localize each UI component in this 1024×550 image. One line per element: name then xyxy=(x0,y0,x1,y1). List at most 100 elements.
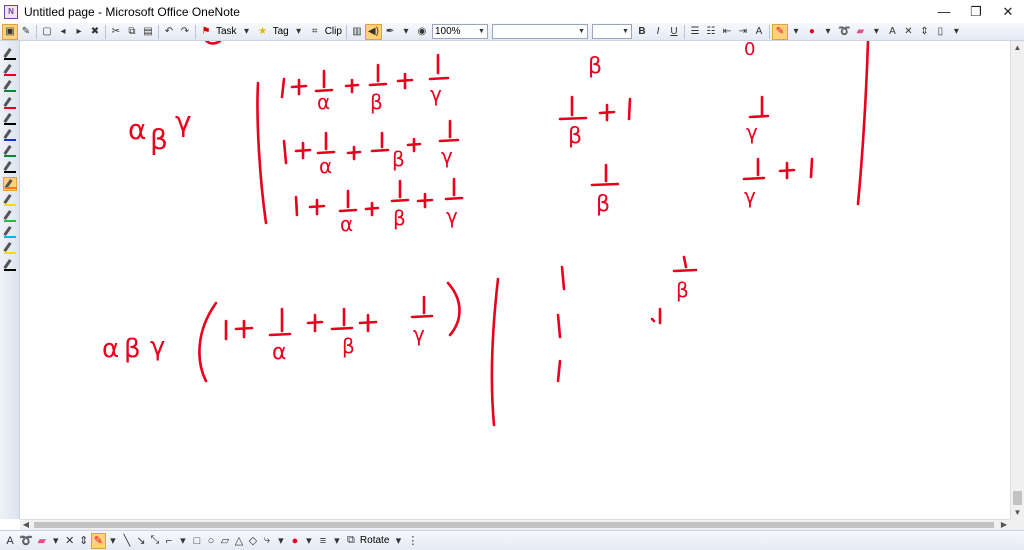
ink-one[interactable] xyxy=(280,77,286,99)
ink-gamma[interactable]: γ xyxy=(413,322,425,346)
ink-alpha[interactable]: α xyxy=(340,212,353,236)
ink-alpha[interactable]: α xyxy=(128,113,146,146)
eraser-dropdown-icon[interactable]: ▾ xyxy=(49,533,63,549)
tag-button[interactable]: Tag xyxy=(271,26,291,37)
pen-black-2-icon[interactable] xyxy=(3,112,17,126)
pen-green-icon[interactable] xyxy=(3,79,17,93)
ink-plus[interactable] xyxy=(358,313,378,333)
task-flag-icon[interactable]: ⚑ xyxy=(198,24,214,40)
scroll-left-icon[interactable]: ◀ xyxy=(20,520,32,530)
ink-one[interactable] xyxy=(556,359,562,383)
delete-icon[interactable]: ✕ xyxy=(63,533,77,549)
arrange-icon[interactable]: ⧉ xyxy=(344,533,358,549)
copy-icon[interactable]: ⧉ xyxy=(124,24,140,40)
indent-icon[interactable]: ⇥ xyxy=(735,24,751,40)
minimize-button[interactable]: — xyxy=(928,0,960,23)
ink-fraction-bar[interactable] xyxy=(444,177,464,201)
ink-plus[interactable] xyxy=(290,78,308,96)
ink-gamma[interactable]: γ xyxy=(430,82,442,106)
triangle-tool-icon[interactable]: △ xyxy=(232,533,246,549)
ink-beta[interactable]: β xyxy=(370,90,383,114)
pen-black-4-icon[interactable] xyxy=(3,258,17,272)
rectangle-tool-icon[interactable]: □ xyxy=(190,533,204,549)
highlighter-icon[interactable]: ✎ xyxy=(771,23,788,40)
highlight-dropdown-icon[interactable]: ▾ xyxy=(788,24,804,40)
ink-alpha[interactable]: α xyxy=(317,90,330,114)
lasso-select-icon[interactable]: ➰ xyxy=(17,533,35,549)
page-setup-icon[interactable]: ▯ xyxy=(932,24,948,40)
paste-icon[interactable]: ▤ xyxy=(140,24,156,40)
ink-beta[interactable]: β xyxy=(588,54,602,79)
ink-beta[interactable]: β xyxy=(393,206,406,230)
pin-icon[interactable]: ✎ xyxy=(18,24,34,40)
tag-dropdown-icon[interactable]: ▾ xyxy=(291,24,307,40)
eraser-dropdown-icon[interactable]: ▾ xyxy=(868,24,884,40)
ink-gamma[interactable]: γ xyxy=(175,105,192,138)
lasso-select-icon[interactable]: ➰ xyxy=(836,24,852,40)
connector-dropdown-icon[interactable]: ▾ xyxy=(274,533,288,549)
ink-beta[interactable]: β xyxy=(596,192,610,217)
ink-plus[interactable] xyxy=(346,145,362,161)
insert-space-icon[interactable]: ⇕ xyxy=(77,533,91,549)
ink-one[interactable] xyxy=(560,265,566,291)
tag-star-icon[interactable]: ★ xyxy=(255,24,271,40)
font-name-select[interactable]: ▼ xyxy=(491,24,588,39)
ink-one[interactable] xyxy=(627,97,632,121)
ink-beta[interactable]: β xyxy=(392,147,405,171)
determinant-bar-right[interactable] xyxy=(856,41,870,206)
ink-to-text-icon[interactable]: A xyxy=(3,533,17,549)
back-icon[interactable]: ◂ xyxy=(55,24,71,40)
clip-button[interactable]: Clip xyxy=(323,26,344,37)
ink-one[interactable] xyxy=(294,195,299,217)
ink-fraction-bar[interactable] xyxy=(338,189,358,213)
pen-black-icon[interactable] xyxy=(3,47,17,61)
ink-close-paren[interactable] xyxy=(446,281,461,337)
pen-green-2-icon[interactable] xyxy=(3,144,17,158)
ink-gamma[interactable]: γ xyxy=(441,144,453,168)
ink-fraction-bar[interactable] xyxy=(558,95,588,121)
screen-clip-icon[interactable]: ⌗ xyxy=(307,24,323,40)
bullets-icon[interactable]: ☰ xyxy=(687,24,703,40)
determinant-bar-left[interactable] xyxy=(490,277,500,427)
pen-red-icon[interactable] xyxy=(3,63,17,77)
pen-mode-dropdown-icon[interactable]: ▾ xyxy=(398,24,414,40)
pen-blue-icon[interactable] xyxy=(3,128,17,142)
scroll-right-icon[interactable]: ▶ xyxy=(998,520,1010,530)
connector-tool-icon[interactable]: ⤷ xyxy=(260,533,274,549)
ink-beta[interactable]: β xyxy=(124,334,141,364)
ink-alpha[interactable]: α xyxy=(319,154,332,178)
axis-dropdown-icon[interactable]: ▾ xyxy=(176,533,190,549)
bold-icon[interactable]: B xyxy=(634,24,650,40)
ink-dot[interactable] xyxy=(650,317,656,323)
font-color-dropdown-icon[interactable]: ▾ xyxy=(820,24,836,40)
ink-plus[interactable] xyxy=(308,198,326,216)
close-button[interactable]: ✕ xyxy=(992,0,1024,23)
ink-fraction-bar[interactable] xyxy=(314,69,334,93)
pen-green-3-icon[interactable] xyxy=(3,209,17,223)
ink-plus[interactable] xyxy=(598,103,616,122)
styles-icon[interactable]: A xyxy=(751,24,767,40)
ellipse-tool-icon[interactable]: ○ xyxy=(204,533,218,549)
ink-to-text-icon[interactable]: A xyxy=(884,24,900,40)
onenote-app-icon[interactable]: N xyxy=(4,4,18,19)
arrow-tool-icon[interactable]: ↘ xyxy=(134,533,148,549)
ink-fraction-bar[interactable] xyxy=(428,53,450,81)
ink-plus[interactable] xyxy=(778,161,796,180)
redo-icon[interactable]: ↷ xyxy=(177,24,193,40)
ink-layer[interactable]: α β γ α β γ α β γ α β γ β β β 0 γ γ α β … xyxy=(20,41,1010,519)
delete-icon[interactable]: ✕ xyxy=(900,24,916,40)
ink-gamma[interactable]: γ xyxy=(150,332,165,362)
page-view-icon[interactable]: ▣ xyxy=(2,23,18,40)
ink-plus[interactable] xyxy=(344,78,360,94)
horizontal-scrollbar[interactable]: ◀ ▶ xyxy=(20,519,1010,530)
eraser-icon[interactable]: ▰ xyxy=(35,533,49,549)
ink-plus[interactable] xyxy=(294,141,312,160)
help-icon[interactable]: ◉ xyxy=(414,24,430,40)
maximize-button[interactable]: ❐ xyxy=(960,0,992,23)
ink-fraction-bar[interactable] xyxy=(316,131,336,155)
ink-open-paren[interactable] xyxy=(198,301,218,383)
ink-beta[interactable]: β xyxy=(676,278,689,302)
ink-fraction-bar[interactable] xyxy=(438,119,460,143)
pen-cyan-icon[interactable] xyxy=(3,225,17,239)
line-weight-icon[interactable]: ≡ xyxy=(316,533,330,549)
